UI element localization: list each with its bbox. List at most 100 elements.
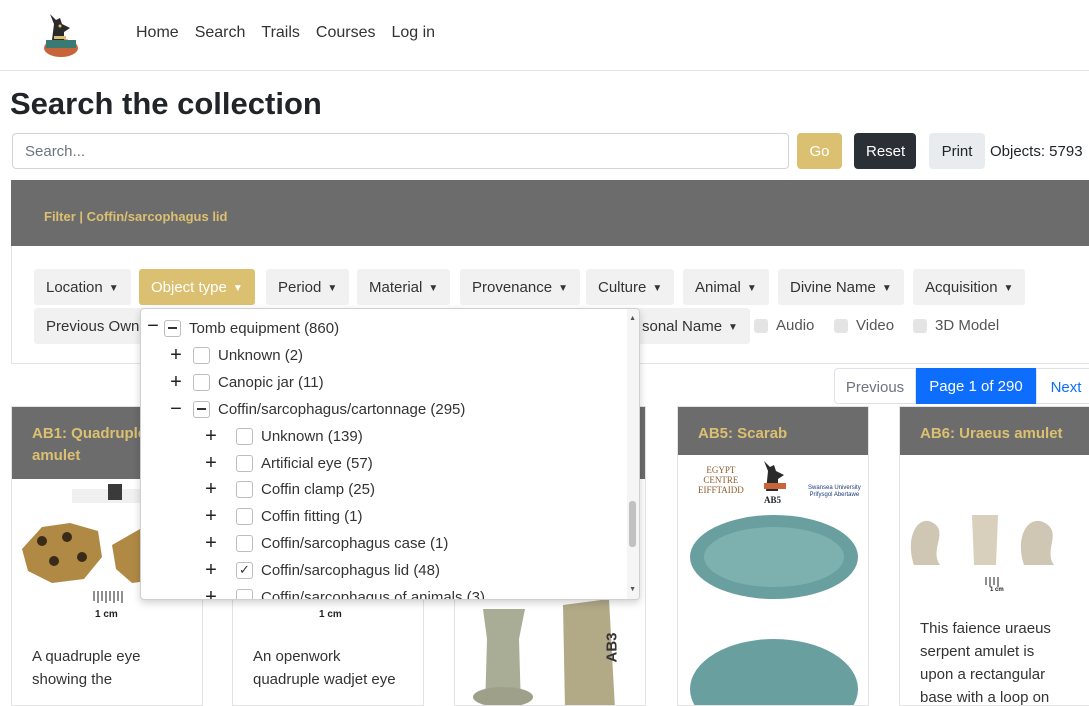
filter-animal[interactable]: Animal ▼ — [683, 269, 769, 305]
scale-label: 1 cm — [990, 587, 1004, 593]
tree-item-canopic-jar[interactable]: + Canopic jar (11) — [167, 371, 323, 393]
tree-item-label: Coffin fitting (1) — [261, 507, 363, 525]
filter-acquisition[interactable]: Acquisition ▼ — [913, 269, 1026, 305]
egypt-centre-logo: EGYPT CENTRE EIFFTAIDD — [698, 465, 744, 495]
card-title[interactable]: AB6: Uraeus amulet — [920, 423, 1063, 445]
anubis-icon — [764, 461, 786, 491]
filter-divine-name[interactable]: Divine Name ▼ — [778, 269, 904, 305]
filter-material[interactable]: Material ▼ — [357, 269, 451, 305]
print-button[interactable]: Print — [929, 133, 985, 169]
plus-icon[interactable]: + — [202, 533, 220, 553]
filter-object-type[interactable]: Object type ▼ — [139, 269, 255, 305]
plus-icon[interactable]: + — [202, 479, 220, 499]
checkbox-box[interactable] — [754, 318, 768, 333]
tree-item-artificial-eye[interactable]: + Artificial eye (57) — [202, 452, 373, 474]
tree-checkbox[interactable] — [236, 480, 253, 498]
pagination-previous[interactable]: Previous — [834, 368, 916, 404]
filter-location[interactable]: Location ▼ — [34, 269, 131, 305]
nav-home[interactable]: Home — [136, 24, 179, 42]
tree-checkbox[interactable] — [193, 400, 210, 418]
tree-item-label: Artificial eye (57) — [261, 454, 373, 472]
chip-label: Divine Name — [790, 279, 876, 296]
caret-down-icon: ▼ — [746, 283, 757, 294]
checkbox-label: Audio — [776, 317, 815, 334]
nav-courses[interactable]: Courses — [316, 24, 376, 42]
filter-provenance[interactable]: Provenance ▼ — [460, 269, 580, 305]
chip-label: Object type — [151, 279, 227, 296]
tree-item-unknown-139[interactable]: + Unknown (139) — [202, 425, 363, 447]
video-checkbox[interactable]: Video — [834, 317, 894, 334]
tree-item-coffin-animals[interactable]: + Coffin/sarcophagus of animals (3) — [202, 586, 485, 599]
tree-item-coffin-case[interactable]: + Coffin/sarcophagus case (1) — [202, 532, 448, 554]
reset-button[interactable]: Reset — [854, 133, 916, 169]
plus-icon[interactable]: + — [167, 372, 185, 392]
card-title-line: amulet — [32, 447, 81, 464]
tree-item-unknown[interactable]: + Unknown (2) — [167, 344, 303, 366]
chip-label: Provenance — [472, 279, 553, 296]
filter-personal-name[interactable]: sonal Name ▼ — [630, 308, 750, 344]
filter-previous-owner[interactable]: Previous Own — [34, 308, 142, 344]
tree-checkbox[interactable] — [164, 319, 181, 337]
pagination-current[interactable]: Page 1 of 290 — [916, 368, 1036, 404]
tree-item-coffin-clamp[interactable]: + Coffin clamp (25) — [202, 478, 375, 500]
chip-label: Period — [278, 279, 322, 296]
nav-trails[interactable]: Trails — [261, 24, 300, 42]
chip-label: Previous Own — [46, 318, 140, 335]
checkbox-box[interactable] — [834, 318, 848, 333]
minus-icon[interactable]: − — [167, 399, 185, 419]
tree-item-coffin-fitting[interactable]: + Coffin fitting (1) — [202, 505, 362, 527]
filter-culture[interactable]: Culture ▼ — [586, 269, 675, 305]
tree-checkbox-checked[interactable]: ✓ — [236, 561, 253, 579]
scroll-up-icon[interactable]: ▲ — [629, 315, 636, 322]
tree-checkbox[interactable] — [236, 588, 253, 599]
nav-links: Home Search Trails Courses Log in — [136, 24, 451, 42]
tree-checkbox[interactable] — [193, 346, 210, 364]
search-input[interactable] — [12, 133, 789, 169]
go-button[interactable]: Go — [797, 133, 842, 169]
anubis-logo[interactable] — [40, 10, 82, 58]
pagination-next[interactable]: Next — [1036, 368, 1089, 404]
plus-icon[interactable]: + — [202, 506, 220, 526]
chip-label: Acquisition — [925, 279, 998, 296]
minus-icon[interactable]: − — [144, 316, 162, 336]
plus-icon[interactable]: + — [202, 587, 220, 599]
plus-icon[interactable]: + — [202, 560, 220, 580]
card-description-line: A quadruple eye — [32, 648, 141, 665]
tree-checkbox[interactable] — [193, 373, 210, 391]
chip-label: Culture — [598, 279, 647, 296]
caret-down-icon: ▼ — [881, 283, 892, 294]
tree-item-label: Unknown (139) — [261, 427, 363, 445]
tree-checkbox[interactable] — [236, 427, 253, 445]
tree-item-tomb-equipment[interactable]: Tomb equipment (860) — [164, 317, 339, 339]
caret-down-icon: ▼ — [728, 322, 738, 333]
plus-icon[interactable]: + — [167, 345, 185, 365]
tree-checkbox[interactable] — [236, 507, 253, 525]
logo-text: EIFFTAIDD — [698, 485, 744, 495]
filter-period[interactable]: Period ▼ — [266, 269, 350, 305]
tree-item-coffin-lid[interactable]: + ✓ Coffin/sarcophagus lid (48) — [202, 559, 440, 581]
plus-icon[interactable]: + — [202, 453, 220, 473]
scroll-down-icon[interactable]: ▼ — [629, 586, 636, 593]
card-title[interactable]: AB5: Scarab — [698, 423, 787, 445]
dropdown-scrollbar[interactable] — [627, 309, 639, 599]
tree-checkbox[interactable] — [236, 454, 253, 472]
audio-checkbox[interactable]: Audio — [754, 317, 814, 334]
3d-model-checkbox[interactable]: 3D Model — [913, 317, 999, 334]
object-card-ab6[interactable]: AB6: Uraeus amulet 1 cm This faience ura… — [899, 406, 1089, 706]
caret-down-icon: ▼ — [558, 283, 568, 294]
checkbox-box[interactable] — [913, 318, 927, 333]
tree-checkbox[interactable] — [236, 534, 253, 552]
object-type-dropdown[interactable]: − Tomb equipment (860) + Unknown (2) + C… — [140, 308, 640, 600]
tree-item-coffin-cartonnage[interactable]: − Coffin/sarcophagus/cartonnage (295) — [167, 398, 465, 420]
card-description: A quadruple eye showing the — [32, 645, 140, 691]
plus-icon[interactable]: + — [202, 426, 220, 446]
card-description-line: quadruple wadjet eye — [253, 671, 396, 688]
nav-search[interactable]: Search — [195, 24, 246, 42]
dropdown-scroll-thumb[interactable] — [629, 501, 636, 547]
card-title[interactable]: AB1: Quadruple amulet — [32, 423, 146, 467]
caret-down-icon: ▼ — [1003, 283, 1014, 294]
card-description: This faience uraeus serpent amulet is up… — [920, 617, 1051, 705]
chip-label: sonal Name — [642, 318, 723, 335]
object-card-ab5[interactable]: AB5: Scarab EGYPT CENTRE EIFFTAIDD AB5 S… — [677, 406, 869, 706]
nav-login[interactable]: Log in — [391, 24, 435, 42]
